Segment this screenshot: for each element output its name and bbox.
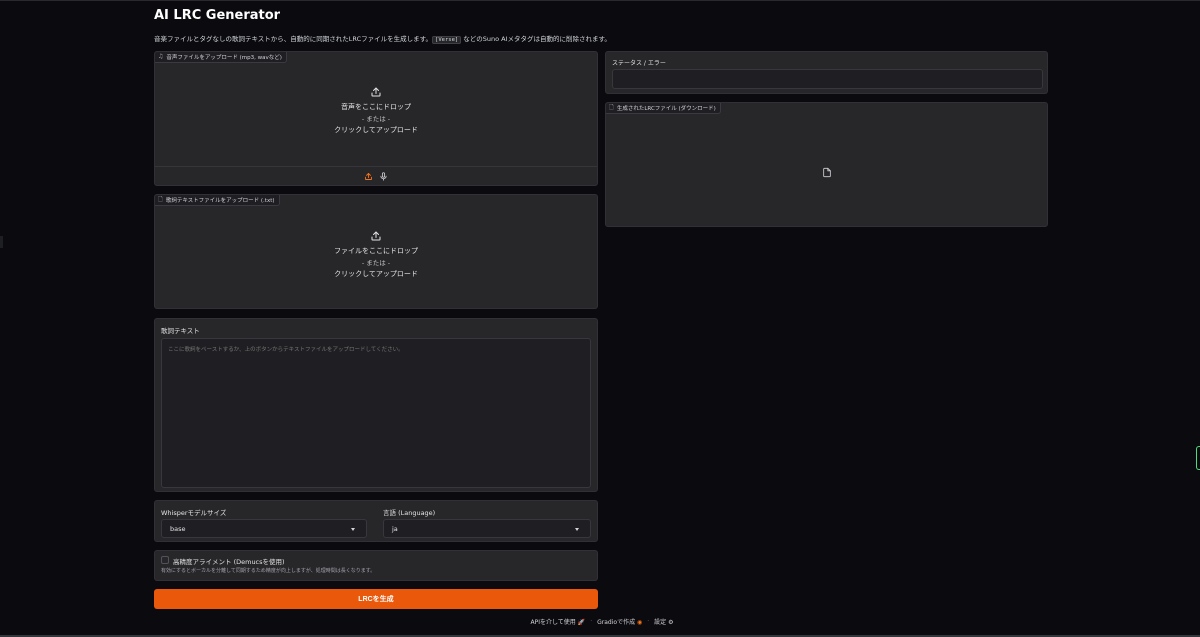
audio-upload-label: 音声ファイルをアップロード (mp3, wavなど) [166,55,282,61]
language-value: ja [392,524,398,533]
mic-icon [380,171,387,181]
footer-settings-link[interactable]: 設定 ⚙ [654,617,673,626]
footer: APIを介して使用 🚀 · Gradioで作成 ◉ · 設定 ⚙ [0,617,1200,626]
whisper-model-value: base [170,524,186,533]
generate-lrc-button[interactable]: LRCを生成 [154,589,598,609]
lyrics-or-text: - または - [361,258,391,267]
lyrics-text-label: 歌詞テキスト [161,327,200,335]
footer-settings-label: 設定 [654,619,667,626]
language-label: 言語 (Language) [383,509,436,517]
footer-api-label: APIを介して使用 [530,619,576,626]
footer-gradio-label: Gradioで作成 [597,619,636,626]
window-top-border [0,0,1200,1]
footer-separator: · [647,618,650,625]
lyrics-upload-panel[interactable]: 🗋 歌詞テキストファイルをアップロード (.txt) ファイルをここにドロップ … [154,194,598,309]
output-file-tag: 🗋 生成されたLRCファイル (ダウンロード) [606,103,721,114]
audio-upload-panel[interactable]: ♫ 音声ファイルをアップロード (mp3, wavなど) 音声をここにドロップ … [154,51,598,186]
left-edge-marker [0,236,3,248]
file-icon: 🗋 [158,196,163,203]
file-icon [823,167,831,178]
audio-source-bar [155,166,597,185]
lyrics-drop-text: ファイルをここにドロップ [334,247,418,255]
output-file-panel: 🗋 生成されたLRCファイル (ダウンロード) [605,102,1048,227]
footer-gradio-link[interactable]: Gradioで作成 ◉ [597,617,642,626]
lyrics-click-text: クリックしてアップロード [334,270,418,278]
upload-icon [371,231,381,241]
alignment-hint: 有効にするとボーカルを分離して同期するため精度が向上しますが、処理時間は長くなり… [161,568,376,574]
rocket-icon: 🚀 [577,619,586,626]
status-label: ステータス / エラー [612,60,666,67]
gear-icon: ⚙ [668,619,674,626]
page-description: 音楽ファイルとタグなしの歌詞テキストから、自動的に同期されたLRCファイルを生成… [154,33,611,44]
chevron-down-icon [575,528,579,531]
alignment-label[interactable]: 高精度アライメント (Demucsを使用) [173,556,285,566]
audio-dropzone[interactable]: 音声をここにドロップ - または - クリックしてアップロード [155,86,597,137]
lyrics-text-panel: 歌詞テキスト [154,318,598,492]
description-code: [Verse] [432,36,462,44]
audio-drop-text: 音声をここにドロップ [341,103,411,111]
alignment-panel: 高精度アライメント (Demucsを使用) 有効にするとボーカルを分離して同期す… [154,550,598,581]
footer-api-link[interactable]: APIを介して使用 🚀 [530,617,585,626]
upload-icon [365,172,372,180]
lyrics-dropzone[interactable]: ファイルをここにドロップ - または - クリックしてアップロード [155,230,597,281]
footer-separator: · [590,618,593,625]
whisper-model-label: Whisperモデルサイズ [161,509,227,517]
status-field [612,69,1043,89]
audio-or-text: - または - [361,114,391,123]
description-suffix: などのSuno AIメタタグは自動的に削除されます。 [461,35,611,43]
music-icon: ♫ [158,53,164,60]
upload-icon [371,87,381,97]
language-select[interactable]: ja [383,519,591,538]
audio-upload-tag: ♫ 音声ファイルをアップロード (mp3, wavなど) [155,52,287,63]
file-icon: 🗋 [609,104,614,111]
settings-panel: Whisperモデルサイズ base 言語 (Language) ja [154,500,598,542]
microphone-source-button[interactable] [379,171,388,181]
lyrics-textarea[interactable] [161,338,591,488]
page-title: AI LRC Generator [154,8,281,23]
side-tab-handle[interactable] [1196,446,1200,470]
description-prefix: 音楽ファイルとタグなしの歌詞テキストから、自動的に同期されたLRCファイルを生成… [154,35,433,43]
lyrics-upload-label: 歌詞テキストファイルをアップロード (.txt) [165,198,275,204]
chevron-down-icon [351,528,355,531]
output-file-label: 生成されたLRCファイル (ダウンロード) [616,106,716,112]
gradio-logo-icon: ◉ [637,619,643,626]
lyrics-upload-tag: 🗋 歌詞テキストファイルをアップロード (.txt) [155,195,280,206]
upload-source-button[interactable] [364,172,373,181]
whisper-model-select[interactable]: base [161,519,367,538]
audio-click-text: クリックしてアップロード [334,126,418,134]
alignment-checkbox[interactable] [161,556,169,564]
status-panel: ステータス / エラー [605,51,1048,94]
